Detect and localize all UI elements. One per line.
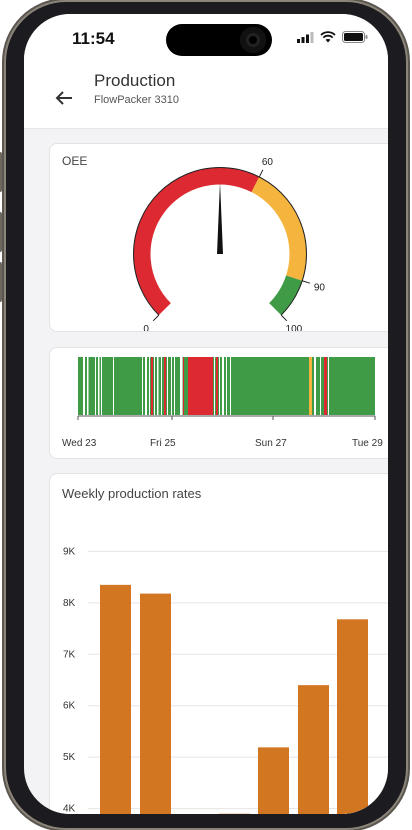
timeline-label: Tue 29 [352, 438, 383, 449]
timeline-label: Wed 23 [62, 438, 97, 449]
timeline-stop-segment [188, 357, 213, 415]
app-bar: Production FlowPacker 3310 [24, 62, 388, 129]
timeline-idle-segment [328, 357, 329, 415]
gauge-tick-label: 90 [314, 282, 326, 293]
status-bar: 11:54 [24, 14, 388, 62]
timeline-idle-segment [167, 357, 168, 415]
timeline-idle-segment [113, 357, 114, 415]
timeline-idle-segment [230, 357, 231, 415]
phone-frame: 11:54 Production FlowPacker 3310 OEE 0 6… [0, 2, 406, 828]
gauge-band [251, 176, 307, 281]
timeline-idle-segment [157, 357, 159, 415]
bar [258, 747, 289, 814]
weekly-production-chart: 9K 8K 7K 6K 5K 4K [63, 546, 388, 814]
timeline-warn-segment [309, 357, 312, 415]
timeline-idle-segment [98, 357, 100, 415]
screen: 11:54 Production FlowPacker 3310 OEE 0 6… [24, 14, 388, 814]
gauge-tick [258, 169, 264, 178]
state-timeline-card: Wed 23 Fri 25 Sun 27 Tue 29 [49, 347, 388, 459]
timeline-idle-segment [222, 357, 224, 415]
gauge-tick-label: 0 [143, 324, 149, 331]
chart-title: Weekly production rates [62, 486, 202, 501]
back-arrow-icon[interactable] [52, 86, 76, 110]
gauge-band [133, 167, 260, 316]
y-tick-label: 8K [63, 598, 76, 609]
camera-icon [240, 27, 266, 53]
timeline-idle-segment [180, 357, 183, 415]
timeline-idle-segment [214, 357, 215, 415]
y-tick-label: 9K [63, 546, 76, 557]
timeline-stop-segment [183, 357, 184, 415]
timeline-idle-segment [174, 357, 175, 415]
timeline-label: Sun 27 [255, 438, 287, 449]
gauge-tick-label: 100 [286, 324, 303, 331]
timeline-stop-segment [216, 357, 218, 415]
timeline-idle-segment [154, 357, 155, 415]
gauge-tick [302, 280, 311, 284]
y-tick-label: 6K [63, 701, 76, 712]
bar [100, 584, 131, 814]
state-timeline: Wed 23 Fri 25 Sun 27 Tue 29 [62, 357, 383, 449]
timeline-idle-segment [101, 357, 102, 415]
timeline-stop-segment [151, 357, 153, 415]
page-subtitle: FlowPacker 3310 [94, 94, 179, 106]
timeline-idle-segment [145, 357, 147, 415]
timeline-idle-segment [314, 357, 316, 415]
gauge-tick-label: 60 [262, 157, 274, 168]
timeline-idle-segment [219, 357, 220, 415]
y-tick-label: 7K [63, 649, 76, 660]
y-tick-label: 5K [63, 752, 76, 763]
timeline-idle-segment [320, 357, 321, 415]
timeline-idle-segment [149, 357, 150, 415]
timeline-stop-segment [164, 357, 166, 415]
timeline-idle-segment [161, 357, 162, 415]
timeline-stop-segment [324, 357, 327, 415]
status-icons [297, 31, 368, 43]
timeline-label: Fri 25 [150, 438, 176, 449]
signal-icon [297, 31, 314, 43]
gauge-needle [217, 182, 223, 254]
timeline-idle-segment [171, 357, 172, 415]
timeline-idle-segment [95, 357, 96, 415]
gauge-band [268, 275, 303, 316]
wifi-icon [320, 31, 336, 43]
weekly-production-card: Weekly production rates 9K 8K 7K 6K 5K 4K [49, 473, 388, 814]
bar [298, 685, 329, 814]
status-time: 11:54 [72, 29, 115, 48]
bar [140, 593, 171, 814]
oee-gauge-card: OEE 0 60 90 100 [49, 143, 388, 335]
timeline-idle-segment [226, 357, 227, 415]
timeline-idle-segment [87, 357, 89, 415]
gauge-tick [280, 314, 288, 322]
timeline-idle-segment [83, 357, 85, 415]
oee-title: OEE [62, 154, 88, 168]
timeline-idle-segment [142, 357, 143, 415]
gauge-tick [152, 314, 160, 322]
bar [337, 619, 368, 814]
y-tick-label: 4K [63, 804, 76, 814]
battery-icon [342, 31, 368, 43]
oee-gauge: 0 60 90 100 [133, 157, 326, 335]
page-title: Production [94, 71, 176, 90]
